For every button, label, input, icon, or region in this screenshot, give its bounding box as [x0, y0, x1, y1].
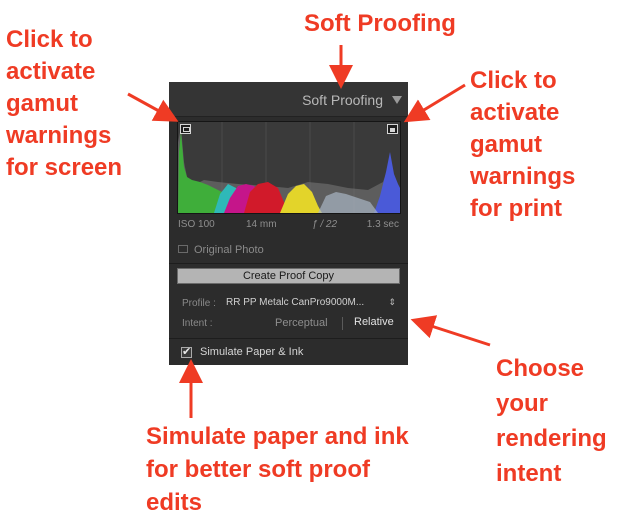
arrow-to-intent: [410, 315, 491, 347]
arrow-to-screen-warning: [127, 92, 179, 122]
arrow-to-print-warning: [403, 83, 466, 123]
annotation-arrows: [127, 45, 491, 418]
